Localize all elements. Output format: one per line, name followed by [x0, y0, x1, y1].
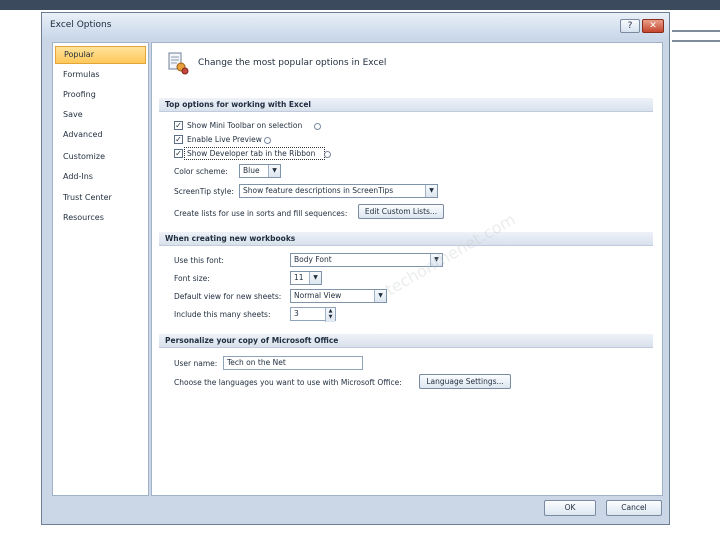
slide-top-bar: [0, 0, 720, 10]
nav-item-popular[interactable]: Popular: [55, 46, 146, 64]
help-button[interactable]: ?: [620, 19, 640, 33]
slide-decor-line: [672, 40, 720, 42]
options-nav: Popular Formulas Proofing Save Advanced …: [52, 42, 149, 496]
chevron-down-icon: ▼: [309, 272, 321, 284]
section-new-workbooks: When creating new workbooks: [159, 232, 653, 246]
font-size-label: Font size:: [174, 274, 210, 283]
info-icon: [324, 151, 331, 158]
custom-lists-label: Create lists for use in sorts and fill s…: [174, 209, 348, 218]
chevron-down-icon: ▼: [425, 185, 437, 197]
close-button[interactable]: ✕: [642, 19, 664, 33]
font-value: Body Font: [294, 255, 332, 264]
chevron-down-icon: ▼: [374, 290, 386, 302]
spinner-arrows[interactable]: ▲ ▼: [325, 308, 335, 322]
edit-custom-lists-button[interactable]: Edit Custom Lists...: [358, 204, 444, 219]
mini-toolbar-label: Show Mini Toolbar on selection: [187, 121, 303, 130]
ok-button[interactable]: OK: [544, 500, 596, 516]
popular-options-icon: [168, 52, 189, 75]
chevron-down-icon: ▼: [268, 165, 280, 177]
sheets-count-value: 3: [294, 309, 299, 318]
info-icon: [314, 123, 321, 130]
live-preview-label: Enable Live Preview: [187, 135, 262, 144]
default-view-dropdown[interactable]: Normal View ▼: [290, 289, 387, 303]
screentip-style-dropdown[interactable]: Show feature descriptions in ScreenTips …: [239, 184, 438, 198]
slide-decor-line: [672, 30, 720, 32]
nav-item-proofing[interactable]: Proofing: [55, 86, 146, 104]
nav-item-save[interactable]: Save: [55, 106, 146, 124]
screentip-style-value: Show feature descriptions in ScreenTips: [243, 186, 394, 195]
mini-toolbar-checkbox[interactable]: ✓: [174, 121, 183, 130]
nav-item-customize[interactable]: Customize: [55, 148, 146, 166]
nav-item-add-ins[interactable]: Add-Ins: [55, 168, 146, 186]
nav-item-trust-center[interactable]: Trust Center: [55, 189, 146, 207]
developer-tab-label: Show Developer tab in the Ribbon: [187, 149, 316, 158]
default-view-value: Normal View: [294, 291, 342, 300]
default-view-label: Default view for new sheets:: [174, 292, 282, 301]
color-scheme-label: Color scheme:: [174, 167, 228, 176]
options-content: Change the most popular options in Excel…: [151, 42, 663, 496]
info-icon: [264, 137, 271, 144]
nav-item-resources[interactable]: Resources: [55, 209, 146, 227]
nav-item-advanced[interactable]: Advanced: [55, 126, 146, 144]
header-text: Change the most popular options in Excel: [198, 58, 387, 68]
section-personalize: Personalize your copy of Microsoft Offic…: [159, 334, 653, 348]
live-preview-checkbox[interactable]: ✓: [174, 135, 183, 144]
sheets-count-spinner[interactable]: 3 ▲ ▼: [290, 307, 336, 322]
font-label: Use this font:: [174, 256, 224, 265]
window-title: Excel Options: [50, 20, 112, 30]
color-scheme-dropdown[interactable]: Blue ▼: [239, 164, 281, 178]
user-name-input[interactable]: Tech on the Net: [223, 356, 363, 370]
languages-label: Choose the languages you want to use wit…: [174, 378, 402, 387]
nav-item-formulas[interactable]: Formulas: [55, 66, 146, 84]
screentip-style-label: ScreenTip style:: [174, 187, 234, 196]
font-size-value: 11: [294, 273, 304, 282]
section-top-options: Top options for working with Excel: [159, 98, 653, 112]
sheets-count-label: Include this many sheets:: [174, 310, 271, 319]
excel-options-dialog: Excel Options ? ✕ Popular Formulas Proof…: [41, 12, 670, 525]
cancel-button[interactable]: Cancel: [606, 500, 662, 516]
user-name-label: User name:: [174, 359, 218, 368]
font-size-dropdown[interactable]: 11 ▼: [290, 271, 322, 285]
spin-down-icon[interactable]: ▼: [326, 314, 335, 320]
content-header: Change the most popular options in Excel: [152, 43, 662, 83]
developer-tab-checkbox[interactable]: ✓: [174, 149, 183, 158]
color-scheme-value: Blue: [243, 166, 260, 175]
language-settings-button[interactable]: Language Settings...: [419, 374, 511, 389]
title-bar: Excel Options ? ✕: [42, 13, 669, 40]
